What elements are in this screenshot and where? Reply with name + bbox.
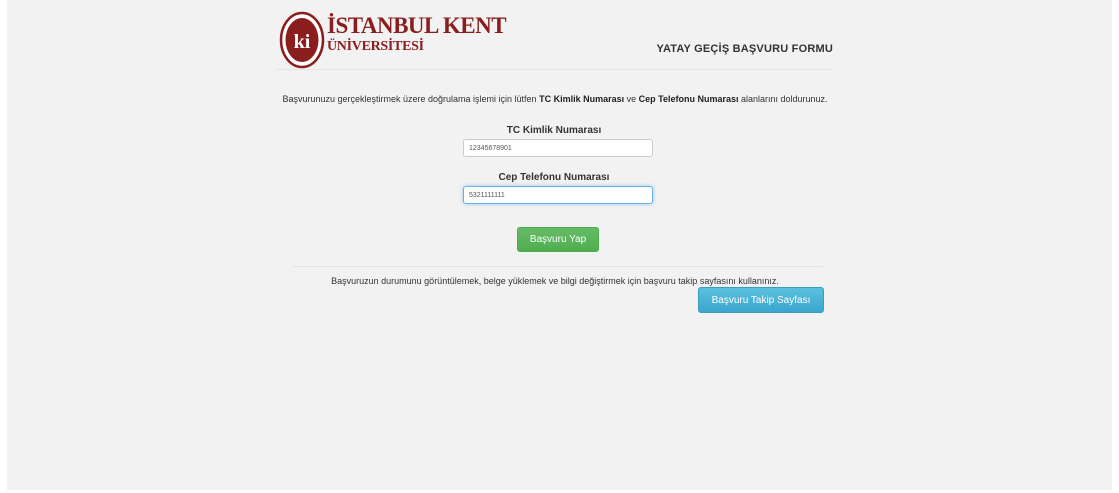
intro-text: Başvurunuzu gerçekleştirmek üzere doğrul…: [276, 94, 834, 104]
header-divider: [276, 69, 834, 70]
logo-mark-text: ki: [294, 31, 311, 53]
intro-bold-tc: TC Kimlik Numarası: [539, 94, 625, 104]
form-title: YATAY GEÇİŞ BAŞVURU FORMU: [656, 43, 833, 55]
logo-line-2: ÜNİVERSİTESİ: [327, 39, 424, 54]
phone-input[interactable]: [463, 186, 653, 204]
university-logo[interactable]: ki İSTANBUL KENT ÜNİVERSİTESİ: [277, 10, 507, 70]
tracking-page-button[interactable]: Başvuru Takip Sayfası: [698, 287, 824, 313]
submit-application-button[interactable]: Başvuru Yap: [517, 227, 599, 252]
section-divider: [293, 266, 823, 267]
tc-label: TC Kimlik Numarası: [506, 125, 602, 136]
phone-label: Cep Telefonu Numarası: [498, 172, 610, 183]
tc-input[interactable]: [463, 139, 653, 157]
header: ki İSTANBUL KENT ÜNİVERSİTESİ YATAY GEÇİ…: [277, 10, 833, 70]
intro-part-3: alanlarını doldurunuz.: [738, 94, 828, 104]
university-emblem-icon: ki: [279, 11, 325, 69]
intro-part-2: ve: [624, 94, 639, 104]
tracking-info-text: Başvuruzun durumunu görüntülemek, belge …: [331, 276, 779, 286]
intro-bold-phone: Cep Telefonu Numarası: [638, 94, 739, 104]
logo-line-1: İSTANBUL KENT: [327, 13, 507, 38]
intro-part-1: Başvurunuzu gerçekleştirmek üzere doğrul…: [282, 94, 540, 104]
